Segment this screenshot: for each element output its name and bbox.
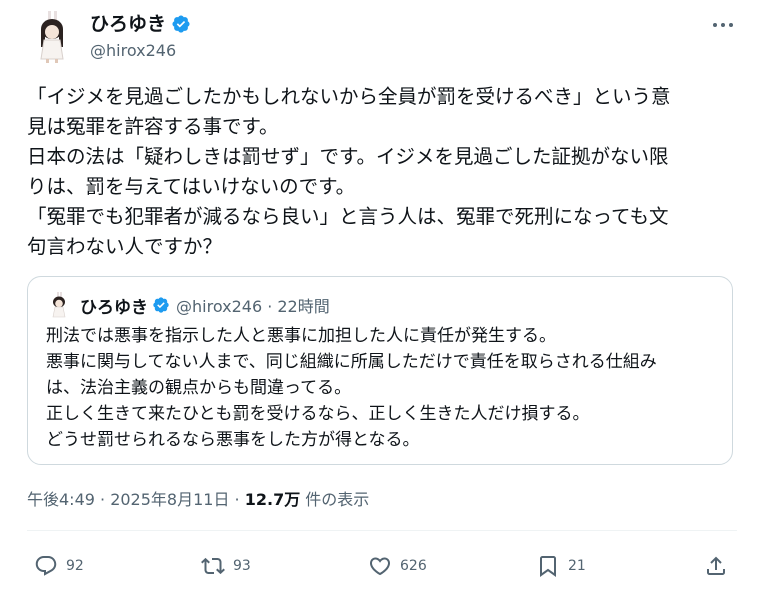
- bookmark-count: 21: [568, 558, 586, 574]
- quoted-tweet[interactable]: ひろゆき @hirox246 · 22時間 刑法では悪事を指示した人と悪事に加担…: [27, 276, 733, 465]
- tweet-text-line: 見は冤罪を許容する事です。: [27, 115, 279, 138]
- quote-handle-time: @hirox246 · 22時間: [176, 297, 330, 316]
- quote-avatar: [46, 292, 72, 318]
- bookmark-button[interactable]: 21: [536, 546, 586, 586]
- reply-button[interactable]: 92: [34, 546, 84, 586]
- reply-icon: [35, 556, 57, 576]
- share-icon: [707, 556, 725, 575]
- author-display-name[interactable]: ひろゆき: [90, 12, 166, 36]
- bookmark-icon: [540, 556, 556, 577]
- tweet-text-line: 「イジメを見過ごしたかもしれないから全員が罰を受けるべき」という意: [27, 85, 671, 108]
- tweet-meta: 午後4:49 · 2025年8月11日 · 12.7万 件の表示: [27, 488, 369, 512]
- tweet-header: ひろゆき @hirox246: [0, 0, 766, 70]
- share-button[interactable]: [704, 546, 728, 586]
- retweet-icon: [201, 557, 225, 575]
- more-icon[interactable]: [708, 13, 738, 37]
- quote-text-line: 刑法では悪事を指示した人と悪事に加担した人に責任が発生する。: [46, 326, 556, 346]
- quote-text-line: 悪事に関与してない人まで、同じ組織に所属しただけで責任を取らされる仕組み: [46, 352, 657, 372]
- like-count: 626: [400, 558, 427, 574]
- retweet-count: 93: [233, 558, 251, 574]
- action-bar: 92 93 626 21: [0, 546, 766, 586]
- view-label: 件の表示: [300, 490, 370, 509]
- tweet-timestamp[interactable]: 午後4:49 · 2025年8月11日 ·: [27, 490, 245, 509]
- verified-badge-icon: [153, 297, 169, 313]
- retweet-button[interactable]: 93: [201, 546, 251, 586]
- divider: [27, 530, 737, 531]
- tweet-text-line: 「冤罪でも犯罪者が減るなら良い」と言う人は、冤罪で死刑になっても文: [27, 205, 669, 228]
- quote-text-line: 正しく生きて来たひとも罰を受けるなら、正しく生きた人だけ損する。: [46, 404, 590, 424]
- quote-text: 刑法では悪事を指示した人と悪事に加担した人に責任が発生する。 悪事に関与してない…: [46, 323, 726, 453]
- tweet-text-line: 句言わない人ですか？: [27, 235, 223, 258]
- like-icon: [369, 557, 391, 576]
- avatar[interactable]: [27, 9, 77, 63]
- quote-text-line: は、法治主義の観点からも間違ってる。: [46, 378, 352, 398]
- author-name-row: ひろゆき: [90, 12, 191, 36]
- author-handle[interactable]: @hirox246: [90, 40, 176, 62]
- tweet-text: 「イジメを見過ごしたかもしれないから全員が罰を受けるべき」という意 見は冤罪を許…: [27, 82, 737, 262]
- view-count: 12.7万: [244, 490, 301, 509]
- quote-text-line: どうせ罰せられるなら悪事をした方が得となる。: [46, 430, 420, 450]
- quote-header: ひろゆき @hirox246 · 22時間: [80, 292, 330, 318]
- like-button[interactable]: 626: [368, 546, 427, 586]
- quote-display-name: ひろゆき: [80, 297, 148, 318]
- tweet-text-line: りは、罰を与えてはいけないのです。: [27, 175, 356, 198]
- reply-count: 92: [66, 558, 84, 574]
- verified-badge-icon: [172, 15, 190, 33]
- tweet-text-line: 日本の法は「疑わしきは罰せず」です。イジメを見過ごした証拠がない限: [27, 145, 669, 168]
